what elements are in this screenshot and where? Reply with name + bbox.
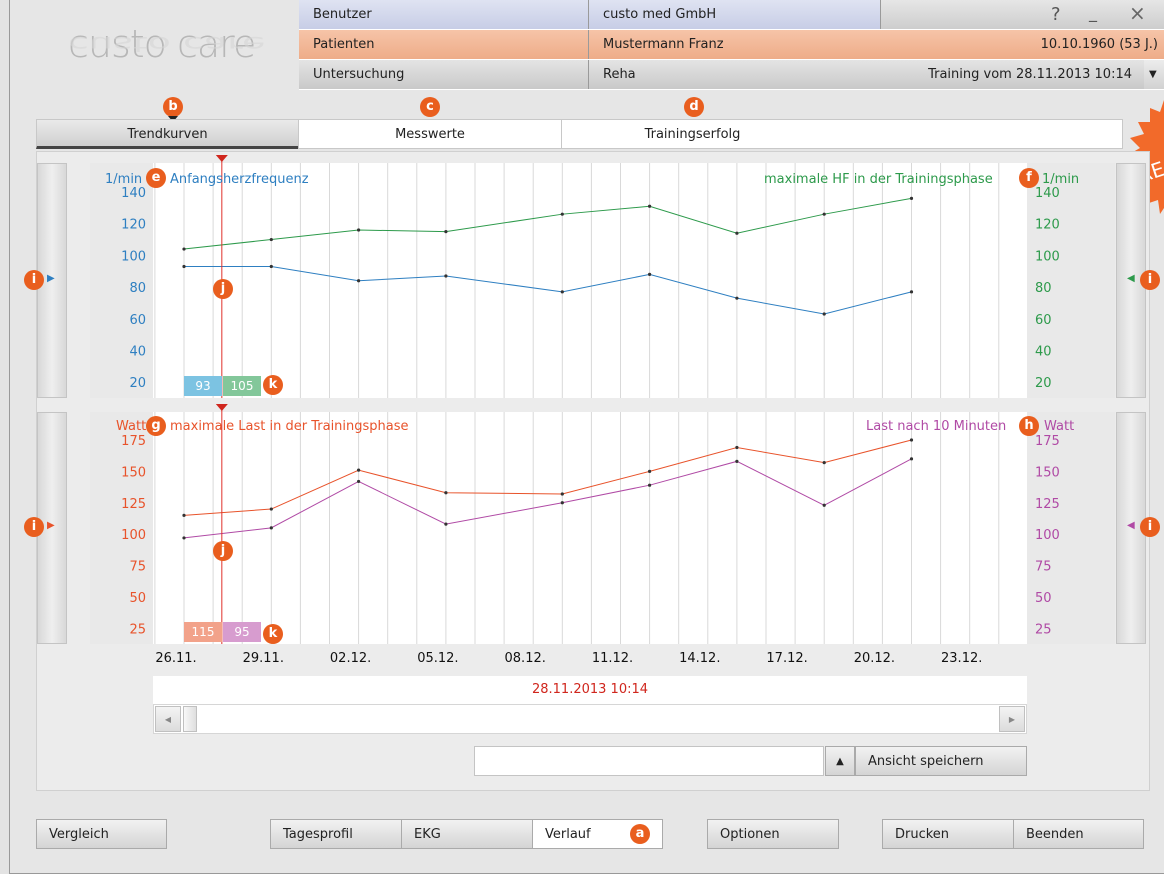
- lower-series-0-point: [909, 438, 914, 442]
- badge-j-upper: j: [213, 279, 233, 299]
- x-tick-label: 29.11.: [243, 651, 284, 666]
- beenden-button[interactable]: Beenden: [1013, 819, 1144, 849]
- badge-f: f: [1019, 168, 1039, 188]
- lower-ytick-right: 25: [1035, 622, 1052, 637]
- lower-ytick-left: 125: [121, 497, 146, 512]
- lower-cursor-value: 115: [192, 625, 215, 639]
- x-tick-label: 02.12.: [330, 651, 371, 666]
- ekg-button[interactable]: EKG: [401, 819, 533, 849]
- view-select-arrow[interactable]: ▲: [825, 746, 855, 776]
- time-scrollbar[interactable]: [153, 704, 1027, 734]
- lower-series-0-point: [822, 460, 826, 465]
- lower-chart[interactable]: 175 175 150 150 125 125 100 100 75 75 50 50 25 25 115 9…: [0, 0, 1164, 874]
- lower-series-1-point: [909, 457, 914, 461]
- lower-plot-area: [153, 412, 1027, 644]
- lower-series-0-point: [648, 469, 652, 473]
- badge-k-lower: k: [263, 624, 283, 644]
- save-view-button[interactable]: Ansicht speichern: [855, 746, 1027, 776]
- scroll-right-button[interactable]: ▶: [999, 706, 1025, 732]
- lower-series-0-point: [735, 445, 739, 450]
- lower-left-unit: Watt: [116, 419, 147, 434]
- lower-series-1-point: [357, 479, 361, 484]
- tagesprofil-button[interactable]: Tagesprofil: [270, 819, 402, 849]
- lower-series-1-point: [735, 459, 739, 463]
- lower-series-0-point: [444, 491, 448, 495]
- x-tick-label: 05.12.: [417, 651, 458, 666]
- x-tick-label: 20.12.: [854, 651, 895, 666]
- lower-series-1-point: [444, 522, 448, 526]
- lower-cursor-value: 95: [234, 625, 249, 639]
- x-tick-label: 08.12.: [505, 651, 546, 666]
- upper-right-title: maximale HF in der Trainingsphase: [764, 172, 993, 187]
- x-tick-label: 14.12.: [679, 651, 720, 666]
- lower-ytick-right: 150: [1035, 465, 1060, 480]
- x-tick-label: 17.12.: [766, 651, 807, 666]
- view-name-input[interactable]: [474, 746, 824, 776]
- lower-series-1-point: [560, 501, 564, 505]
- lower-cursor-marker-icon: [215, 404, 228, 411]
- upper-left-unit: 1/min: [105, 172, 143, 187]
- x-tick-label: 26.11.: [155, 651, 196, 666]
- lower-series-0-point: [269, 507, 273, 511]
- lower-ytick-left: 75: [129, 560, 146, 575]
- lower-series-1-point: [269, 526, 273, 530]
- lower-ytick-left: 150: [121, 465, 146, 480]
- lower-series-1-point: [182, 536, 186, 540]
- lower-left-title: maximale Last in der Trainingsphase: [170, 419, 409, 434]
- lower-series-0-point: [182, 513, 186, 517]
- cursor-time-label: 28.11.2013 10:14: [531, 682, 649, 697]
- lower-ytick-right: 75: [1035, 560, 1052, 575]
- lower-right-title: Last nach 10 Minuten: [866, 419, 1007, 434]
- lower-ytick-right: 125: [1035, 497, 1060, 512]
- badge-h: h: [1019, 416, 1039, 436]
- x-tick-label: 11.12.: [592, 651, 633, 666]
- vergleich-button[interactable]: Vergleich: [36, 819, 167, 849]
- lower-ytick-left: 50: [129, 591, 146, 606]
- lower-ytick-left: 25: [129, 622, 146, 637]
- badge-a: a: [630, 824, 650, 844]
- lower-ytick-right: 100: [1035, 528, 1060, 543]
- scroll-thumb[interactable]: [183, 706, 197, 732]
- upper-left-title: Anfangsherzfrequenz: [170, 172, 309, 187]
- lower-right-unit: Watt: [1044, 419, 1075, 434]
- badge-k-upper: k: [263, 375, 283, 395]
- lower-series-1-point: [648, 483, 652, 487]
- lower-ytick-left: 100: [121, 528, 146, 543]
- badge-g: g: [146, 416, 166, 436]
- lower-series-0-point: [560, 492, 564, 496]
- optionen-button[interactable]: Optionen: [707, 819, 839, 849]
- drucken-button[interactable]: Drucken: [882, 819, 1014, 849]
- lower-series-0-point: [357, 468, 361, 472]
- lower-ytick-right: 50: [1035, 591, 1052, 606]
- lower-series-1-point: [822, 503, 826, 507]
- upper-right-unit: 1/min: [1042, 172, 1080, 187]
- badge-e: e: [146, 168, 166, 188]
- lower-ytick-right: 175: [1035, 434, 1060, 449]
- lower-ytick-left: 175: [121, 434, 146, 449]
- x-tick-label: 23.12.: [941, 651, 982, 666]
- scroll-left-button[interactable]: ◀: [155, 706, 181, 732]
- badge-j-lower: j: [213, 541, 233, 561]
